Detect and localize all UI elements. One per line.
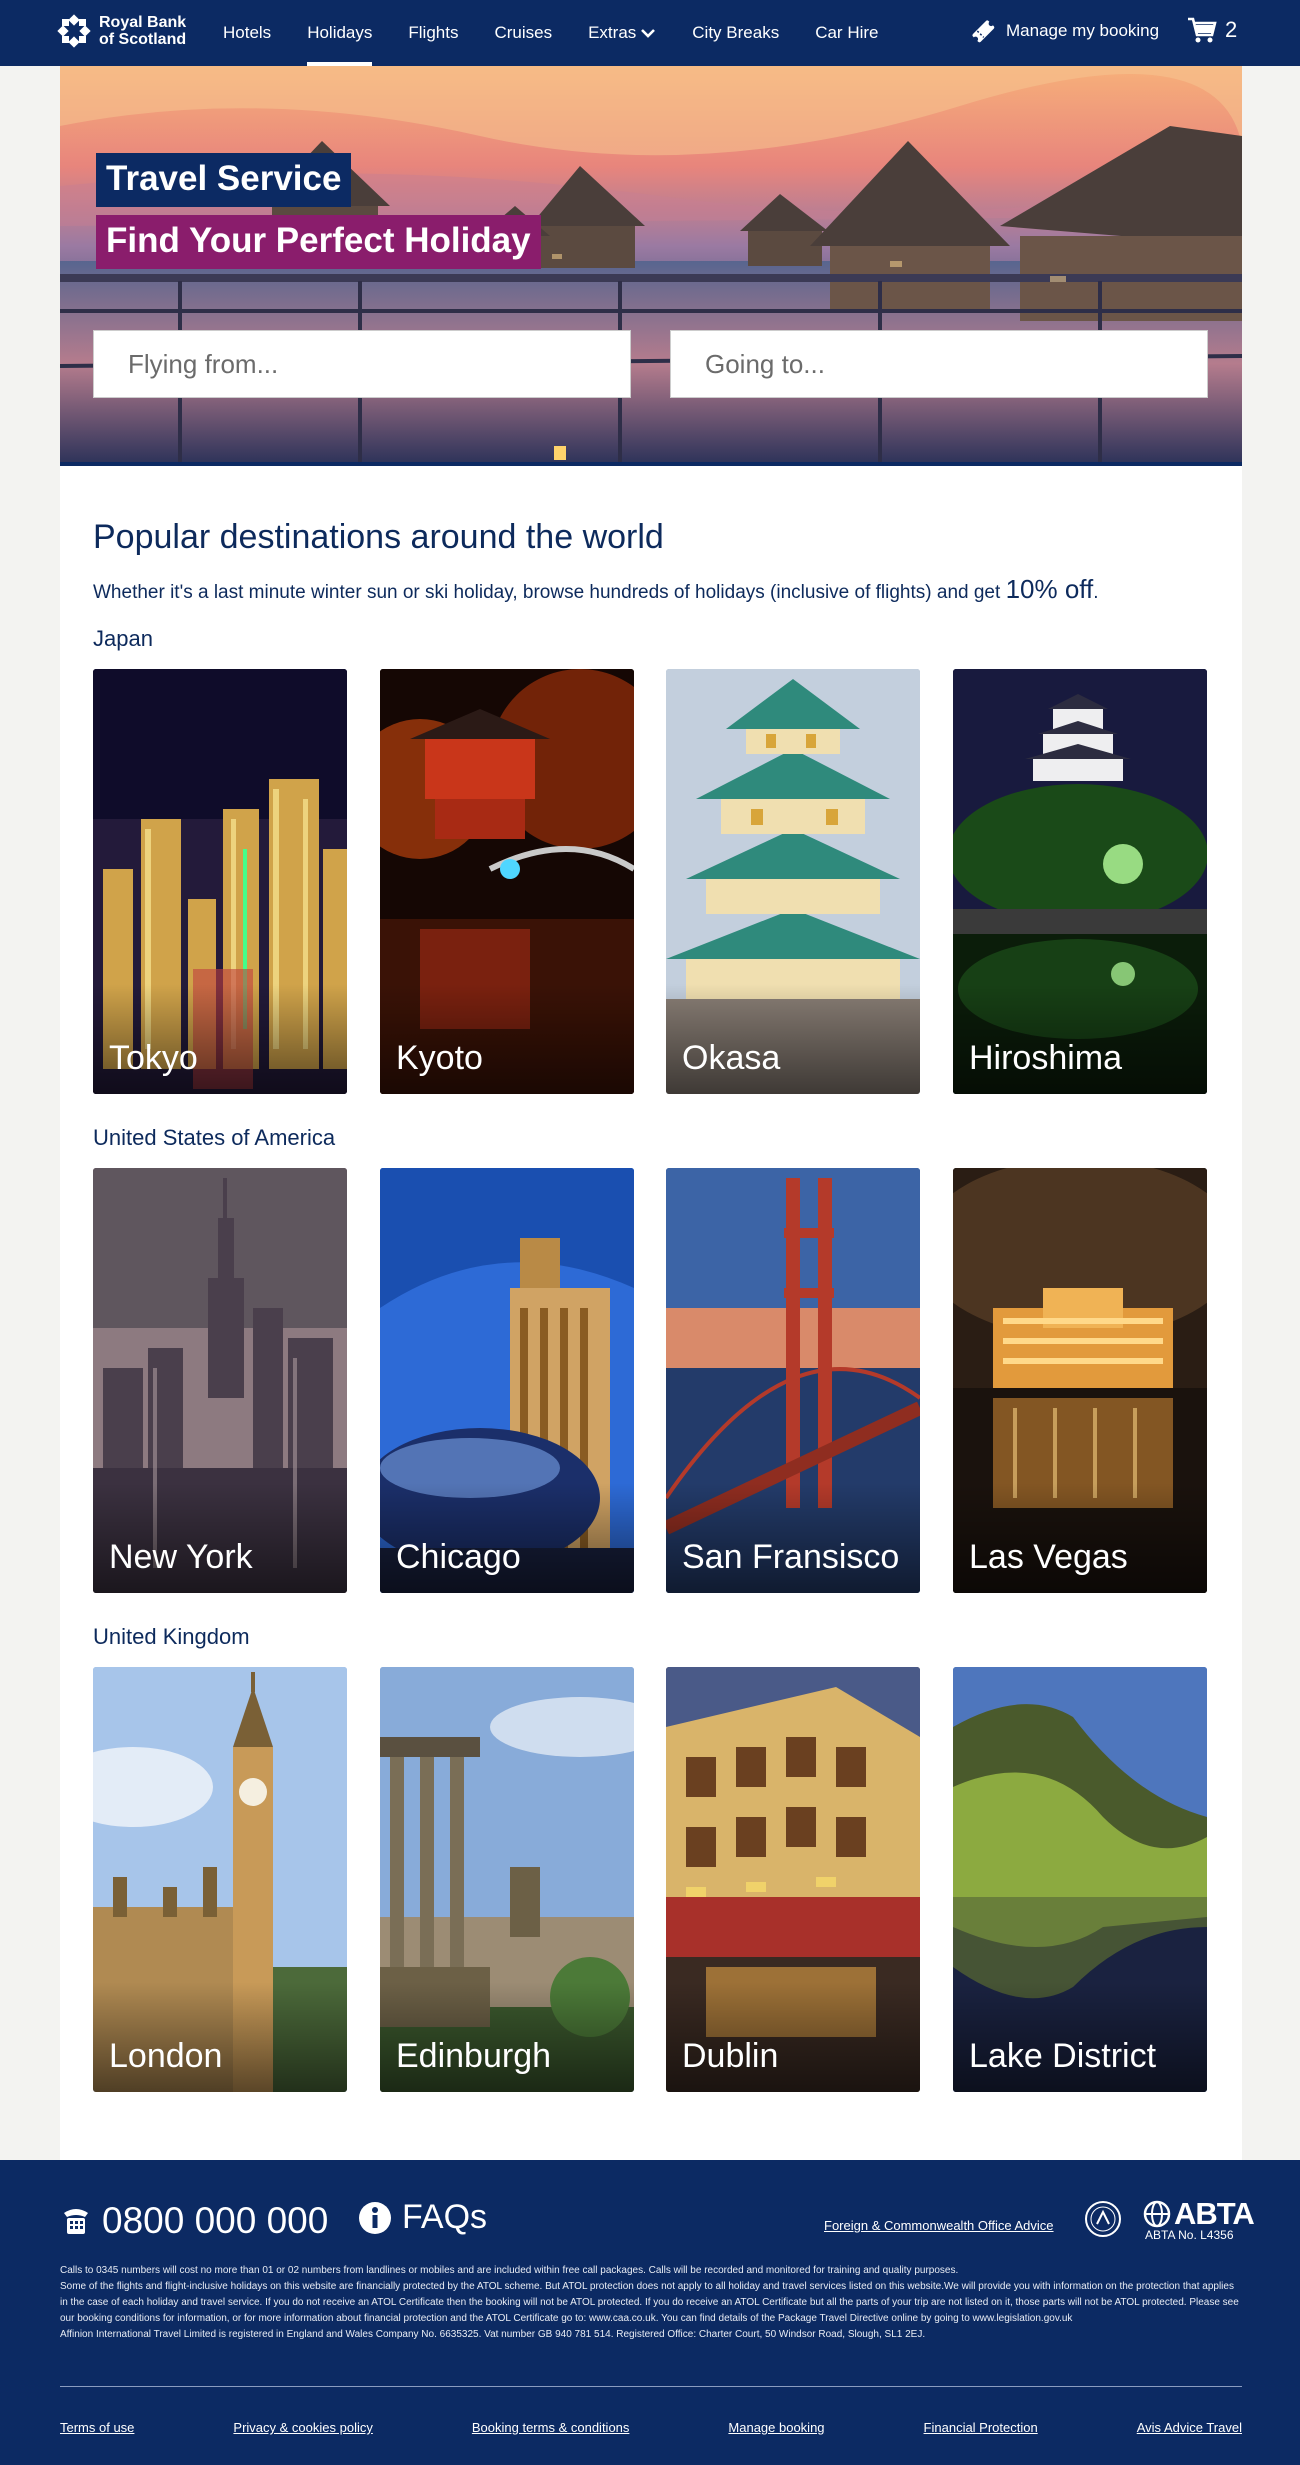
main-content: Travel Service Find Your Perfect Holiday… [60,66,1242,2160]
shopping-cart-icon [1188,17,1217,43]
rbs-logo[interactable]: Royal Bank of Scotland [57,14,186,48]
nav-item-car-hire[interactable]: Car Hire [797,0,896,66]
region-title-usa: United States of America [93,1125,336,1150]
destination-card-san-fransisco[interactable]: San Fransisco [666,1168,920,1593]
nav-item-label: Holidays [307,23,373,42]
region-title-uk: United Kingdom [93,1624,250,1649]
nav-item-hotels[interactable]: Hotels [205,0,289,66]
destination-card-lake-district[interactable]: Lake District [953,1667,1207,2092]
destination-card-edinburgh[interactable]: Edinburgh [380,1667,634,2092]
intro-text-end: . [1093,582,1099,603]
intro-text: Whether it's a last minute winter sun or… [93,574,1099,605]
basket-button[interactable]: 2 [1187,16,1237,44]
legal-atol: Some of the flights and flight-inclusive… [60,2281,1239,2324]
destination-label: San Fransisco [682,1538,900,1576]
abta-globe-icon [1143,2200,1171,2228]
destination-label: Edinburgh [396,2037,552,2075]
nav-item-label: Car Hire [815,23,879,42]
footer-links: Terms of use Privacy & cookies policy Bo… [60,2420,1242,2435]
region-title-japan: Japan [93,626,153,651]
nav-item-label: Cruises [494,23,553,42]
nav-item-extras[interactable]: Extras [570,0,674,66]
destination-label: Okasa [682,1039,781,1077]
destination-card-kyoto[interactable]: Kyoto [380,669,634,1094]
nav-item-label: Hotels [223,23,272,42]
page-title: Popular destinations around the world [93,518,664,556]
destination-label: New York [109,1538,253,1576]
hero-badge-find-holiday: Find Your Perfect Holiday [96,215,541,269]
footer-link-avis-advice[interactable]: Avis Advice Travel [1137,2420,1242,2435]
ticket-icon [972,20,995,43]
nav-item-holidays[interactable]: Holidays [289,0,390,66]
intro-text-body: Whether it's a last minute winter sun or… [93,582,1006,603]
faqs-link[interactable]: FAQs [358,2198,487,2237]
destination-card-london[interactable]: London [93,1667,347,2092]
fco-advice-link[interactable]: Foreign & Commonwealth Office Advice [824,2218,1054,2233]
footer: 0800 000 000 FAQs Foreign & Commonwealth… [0,2160,1300,2465]
destination-label: Hiroshima [969,1039,1123,1077]
basket-count: 2 [1225,17,1238,42]
flying-from-input[interactable] [93,330,631,398]
hero-banner: Travel Service Find Your Perfect Holiday [60,66,1242,466]
destination-label: Dublin [682,2037,779,2075]
hero-badge-travel-service: Travel Service [96,153,352,207]
destination-card-chicago[interactable]: Chicago [380,1168,634,1593]
footer-divider [60,2386,1242,2387]
destination-label: Tokyo [109,1039,198,1077]
nav-item-city-breaks[interactable]: City Breaks [674,0,797,66]
footer-link-financial-protection[interactable]: Financial Protection [924,2420,1038,2435]
nav-links: Hotels Holidays Flights Cruises Extras C… [205,0,897,66]
destination-card-las-vegas[interactable]: Las Vegas [953,1168,1207,1593]
destination-card-okasa[interactable]: Okasa [666,669,920,1094]
nav-item-label: City Breaks [692,23,780,42]
going-to-input[interactable] [670,330,1208,398]
legal-company: Affinion International Travel Limited is… [60,2329,926,2340]
brand-line-2: of Scotland [99,31,187,48]
destination-label: Las Vegas [969,1538,1128,1576]
info-icon [359,2201,391,2234]
footer-link-terms-of-use[interactable]: Terms of use [60,2420,134,2435]
manage-booking-link[interactable]: Manage my booking [970,18,1159,44]
destination-card-new-york[interactable]: New York [93,1168,347,1593]
abta-label: ABTA [1174,2196,1255,2231]
faqs-label: FAQs [402,2198,488,2236]
footer-link-privacy-cookies[interactable]: Privacy & cookies policy [233,2420,372,2435]
top-nav: Royal Bank of Scotland Hotels Holidays F… [0,0,1300,66]
destination-card-tokyo[interactable]: Tokyo [93,669,347,1094]
atol-logo-icon [1085,2201,1121,2237]
chevron-down-icon [641,29,656,38]
nav-item-cruises[interactable]: Cruises [476,0,570,66]
nav-item-label: Flights [408,23,459,42]
legal-calls: Calls to 0345 numbers will cost no more … [60,2265,959,2276]
footer-link-booking-terms[interactable]: Booking terms & conditions [472,2420,630,2435]
legal-text: Calls to 0345 numbers will cost no more … [60,2263,1242,2343]
destination-card-dublin[interactable]: Dublin [666,1667,920,2092]
telephone-icon [64,2209,88,2234]
brand-line-1: Royal Bank [99,14,187,31]
phone-number: 0800 000 000 [102,2200,329,2241]
rbs-logo-icon [57,14,91,48]
nav-item-label: Extras [588,23,637,42]
destination-label: Lake District [969,2037,1157,2075]
destination-card-hiroshima[interactable]: Hiroshima [953,669,1207,1094]
brand-name: Royal Bank of Scotland [99,14,186,48]
destination-label: London [109,2037,223,2075]
footer-link-manage-booking[interactable]: Manage booking [728,2420,824,2435]
nav-item-flights[interactable]: Flights [390,0,476,66]
abta-logo: ABTA ABTA No. L4356 [1143,2196,1255,2242]
destination-label: Kyoto [396,1039,483,1077]
phone-contact[interactable]: 0800 000 000 [60,2200,328,2242]
manage-booking-label: Manage my booking [1006,21,1160,40]
discount-highlight: 10% off [1005,574,1094,604]
destination-label: Chicago [396,1538,521,1576]
